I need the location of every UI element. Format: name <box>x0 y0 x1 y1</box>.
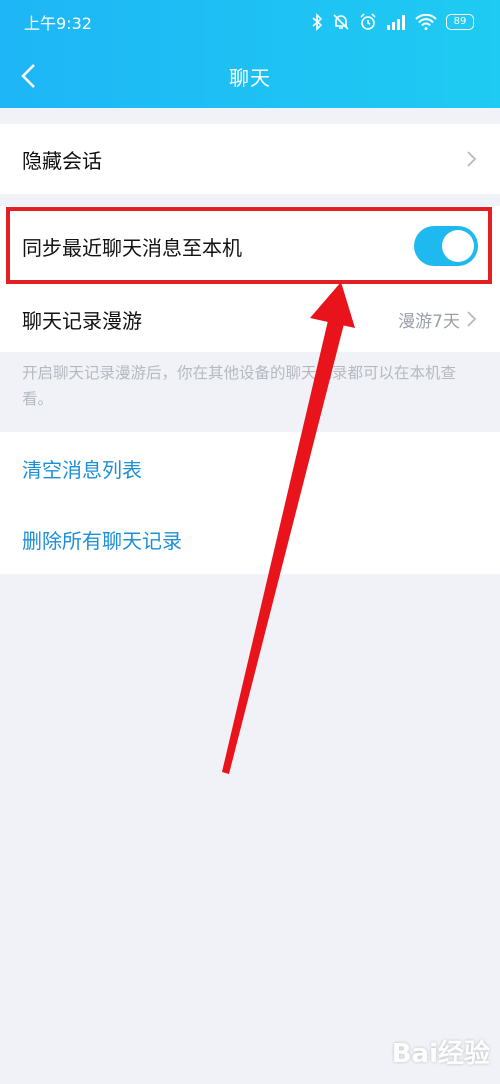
toggle-knob <box>442 230 474 262</box>
battery-icon: 89 <box>446 14 474 30</box>
clear-list-label: 清空消息列表 <box>22 457 142 482</box>
chevron-right-icon <box>467 151 477 167</box>
alarm-icon <box>360 13 376 30</box>
nav-bar: 聊天 <box>0 44 500 108</box>
sync-row[interactable]: 同步最近聊天消息至本机 <box>0 206 500 286</box>
mute-bell-icon <box>333 14 349 30</box>
roaming-row[interactable]: 聊天记录漫游 漫游7天 <box>0 286 500 352</box>
watermark-logo: Bai经验 <box>391 1039 490 1069</box>
back-arrow-icon[interactable] <box>18 62 42 90</box>
page-title: 聊天 <box>229 65 271 90</box>
roaming-value-group: 漫游7天 <box>398 307 478 332</box>
sync-toggle[interactable] <box>414 226 478 266</box>
clear-list-row[interactable]: 清空消息列表 <box>0 432 500 504</box>
roaming-value: 漫游7天 <box>398 311 460 332</box>
chevron-right-icon <box>467 311 477 327</box>
status-icons: 89 <box>311 13 474 31</box>
delete-all-label: 删除所有聊天记录 <box>22 528 182 553</box>
status-time: 上午9:32 <box>24 14 92 33</box>
header: 上午9:32 89 聊天 <box>0 0 500 108</box>
hide-conversation-row[interactable]: 隐藏会话 <box>0 124 500 194</box>
delete-all-row[interactable]: 删除所有聊天记录 <box>0 504 500 574</box>
status-bar: 上午9:32 89 <box>0 0 500 44</box>
hide-conversation-label: 隐藏会话 <box>22 148 102 173</box>
wifi-icon <box>415 14 437 30</box>
sync-label: 同步最近聊天消息至本机 <box>22 235 242 260</box>
bluetooth-icon <box>312 13 323 31</box>
roaming-hint: 开启聊天记录漫游后，你在其他设备的聊天记录都可以在本机查看。 <box>22 364 457 408</box>
roaming-label: 聊天记录漫游 <box>22 308 142 333</box>
signal-icon <box>387 15 405 30</box>
